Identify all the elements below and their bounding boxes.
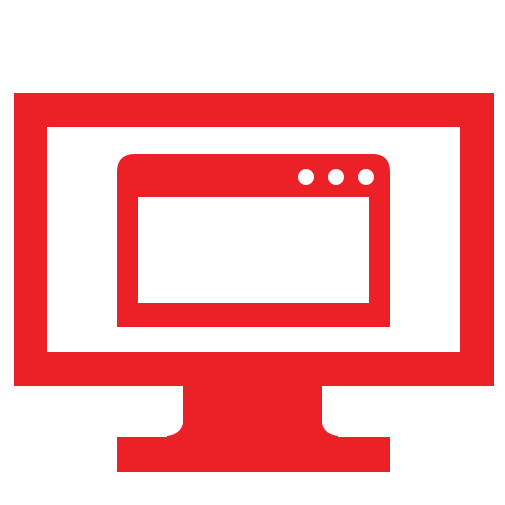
monitor-with-browser-window-icon: [14, 93, 494, 472]
icon-canvas: [0, 0, 505, 505]
window-dot-3: [358, 169, 374, 185]
window-dot-1: [298, 169, 314, 185]
monitor-icon: [14, 93, 494, 472]
browser-window-frame: [117, 154, 390, 327]
monitor-frame: [14, 93, 494, 386]
window-dot-2: [328, 169, 344, 185]
browser-window-icon: [117, 154, 390, 327]
monitor-stand-neck: [167, 386, 338, 438]
window-control-dots-icon: [298, 169, 374, 185]
monitor-stand-base: [117, 437, 390, 472]
